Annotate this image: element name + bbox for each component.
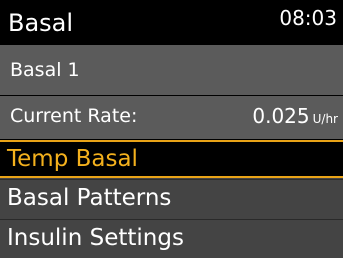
screen-title: Basal — [8, 9, 74, 37]
active-pattern-name: Basal 1 — [10, 59, 80, 81]
current-rate-row: Current Rate: 0.025 U/hr — [0, 96, 343, 139]
active-pattern-row: Basal 1 — [0, 45, 343, 95]
menu-item-label: Temp Basal — [7, 146, 138, 172]
pump-screen: Basal 08:03 Basal 1 Current Rate: 0.025 U… — [0, 0, 343, 258]
menu-item-label: Basal Patterns — [7, 185, 172, 211]
menu-item-temp-basal[interactable]: Temp Basal — [0, 140, 343, 178]
current-rate-label: Current Rate: — [10, 105, 138, 127]
current-rate-readout: 0.025 U/hr — [252, 104, 338, 131]
menu-item-insulin-settings[interactable]: Insulin Settings — [0, 220, 343, 258]
clock-time: 08:03 — [279, 6, 337, 30]
current-rate-value: 0.025 — [252, 104, 310, 128]
menu-item-basal-patterns[interactable]: Basal Patterns — [0, 180, 343, 218]
basal-menu: Temp Basal Basal Patterns Insulin Settin… — [0, 140, 343, 258]
menu-item-label: Insulin Settings — [7, 225, 184, 251]
current-rate-unit: U/hr — [312, 112, 338, 126]
header-bar: Basal 08:03 — [0, 0, 343, 44]
